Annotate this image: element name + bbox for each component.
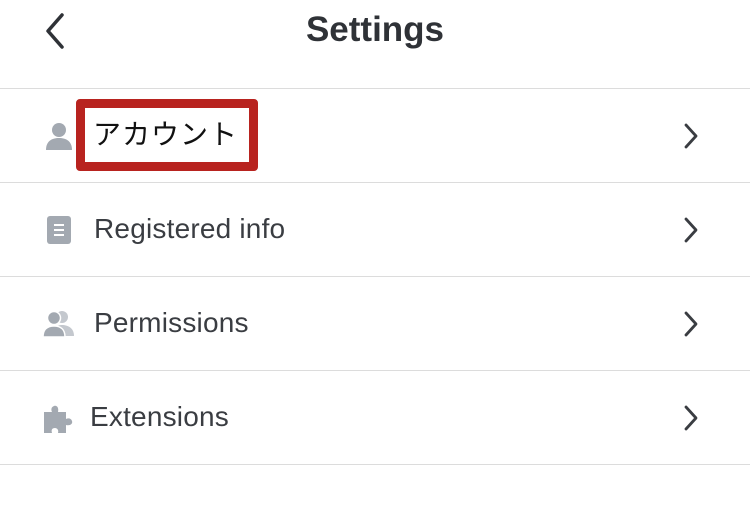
puzzle-icon <box>42 401 76 435</box>
chevron-right-icon <box>676 121 706 151</box>
settings-item-label: Extensions <box>90 401 229 432</box>
highlight-box: アカウント <box>76 99 258 171</box>
settings-item-label: アカウント <box>93 119 239 150</box>
settings-item-account[interactable]: アカウント <box>0 89 750 183</box>
header: Settings <box>0 0 750 89</box>
chevron-right-icon <box>676 309 706 339</box>
users-icon <box>42 307 76 341</box>
settings-item-extensions[interactable]: Extensions <box>0 371 750 465</box>
chevron-right-icon <box>676 215 706 245</box>
user-icon <box>42 119 76 153</box>
settings-item-permissions[interactable]: Permissions <box>0 277 750 371</box>
settings-screen: Settings アカウント Registered info Permissio… <box>0 0 750 506</box>
chevron-right-icon <box>676 403 706 433</box>
settings-list: アカウント Registered info Permissions Extens… <box>0 89 750 465</box>
document-icon <box>42 213 76 247</box>
settings-item-label: Permissions <box>94 307 249 338</box>
settings-item-label: Registered info <box>94 213 286 244</box>
settings-item-registered-info[interactable]: Registered info <box>0 183 750 277</box>
page-title: Settings <box>305 10 445 49</box>
